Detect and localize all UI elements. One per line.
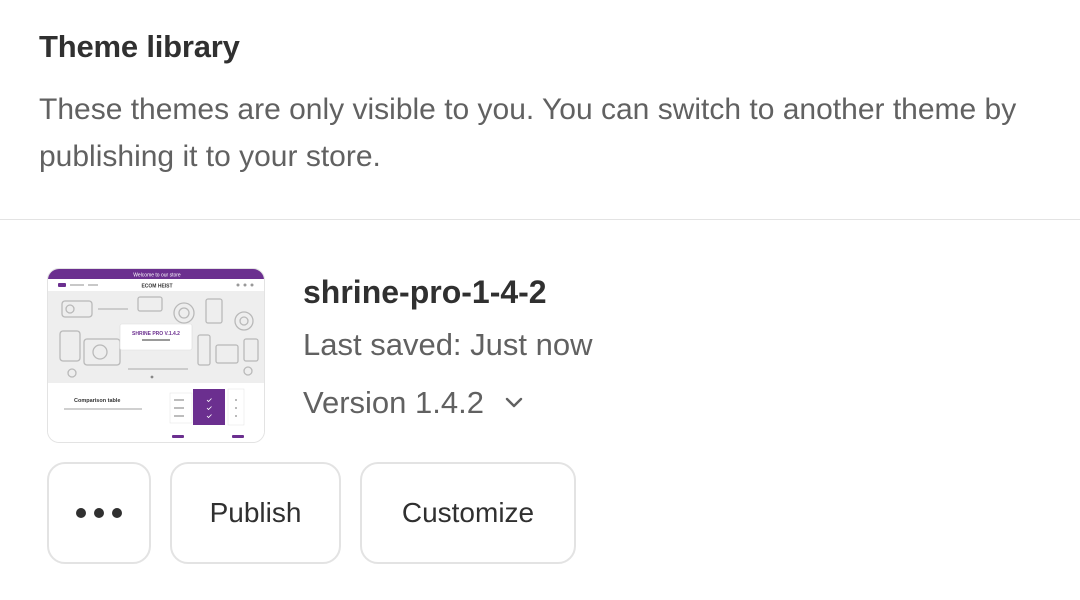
last-saved-text: Last saved: Just now: [303, 327, 593, 362]
theme-library-header: Theme library These themes are only visi…: [39, 28, 1039, 180]
more-actions-button[interactable]: [47, 462, 151, 564]
page-description: These themes are only visible to you. Yo…: [39, 93, 1017, 173]
theme-name: shrine-pro-1-4-2: [303, 274, 547, 310]
publish-button[interactable]: Publish: [170, 462, 341, 564]
thumb-announcement: Welcome to our store: [133, 273, 181, 279]
theme-actions: Publish Customize: [47, 462, 576, 564]
version-dropdown[interactable]: Version 1.4.2: [303, 379, 593, 427]
version-label: Version 1.4.2: [303, 385, 484, 420]
ellipsis-icon: [76, 508, 122, 518]
thumb-section-title: Comparison table: [74, 398, 120, 404]
page-title: Theme library: [39, 29, 240, 64]
chevron-down-icon: [502, 391, 526, 415]
theme-info: shrine-pro-1-4-2 Last saved: Just now Ve…: [303, 268, 593, 427]
theme-thumbnail[interactable]: Welcome to our store ECOM HEIST SHRINE P…: [47, 268, 265, 443]
thumb-store-name: ECOM HEIST: [141, 284, 172, 290]
customize-button[interactable]: Customize: [360, 462, 576, 564]
divider: [0, 219, 1080, 220]
thumb-hero-title: SHRINE PRO V.1.4.2: [132, 331, 180, 337]
